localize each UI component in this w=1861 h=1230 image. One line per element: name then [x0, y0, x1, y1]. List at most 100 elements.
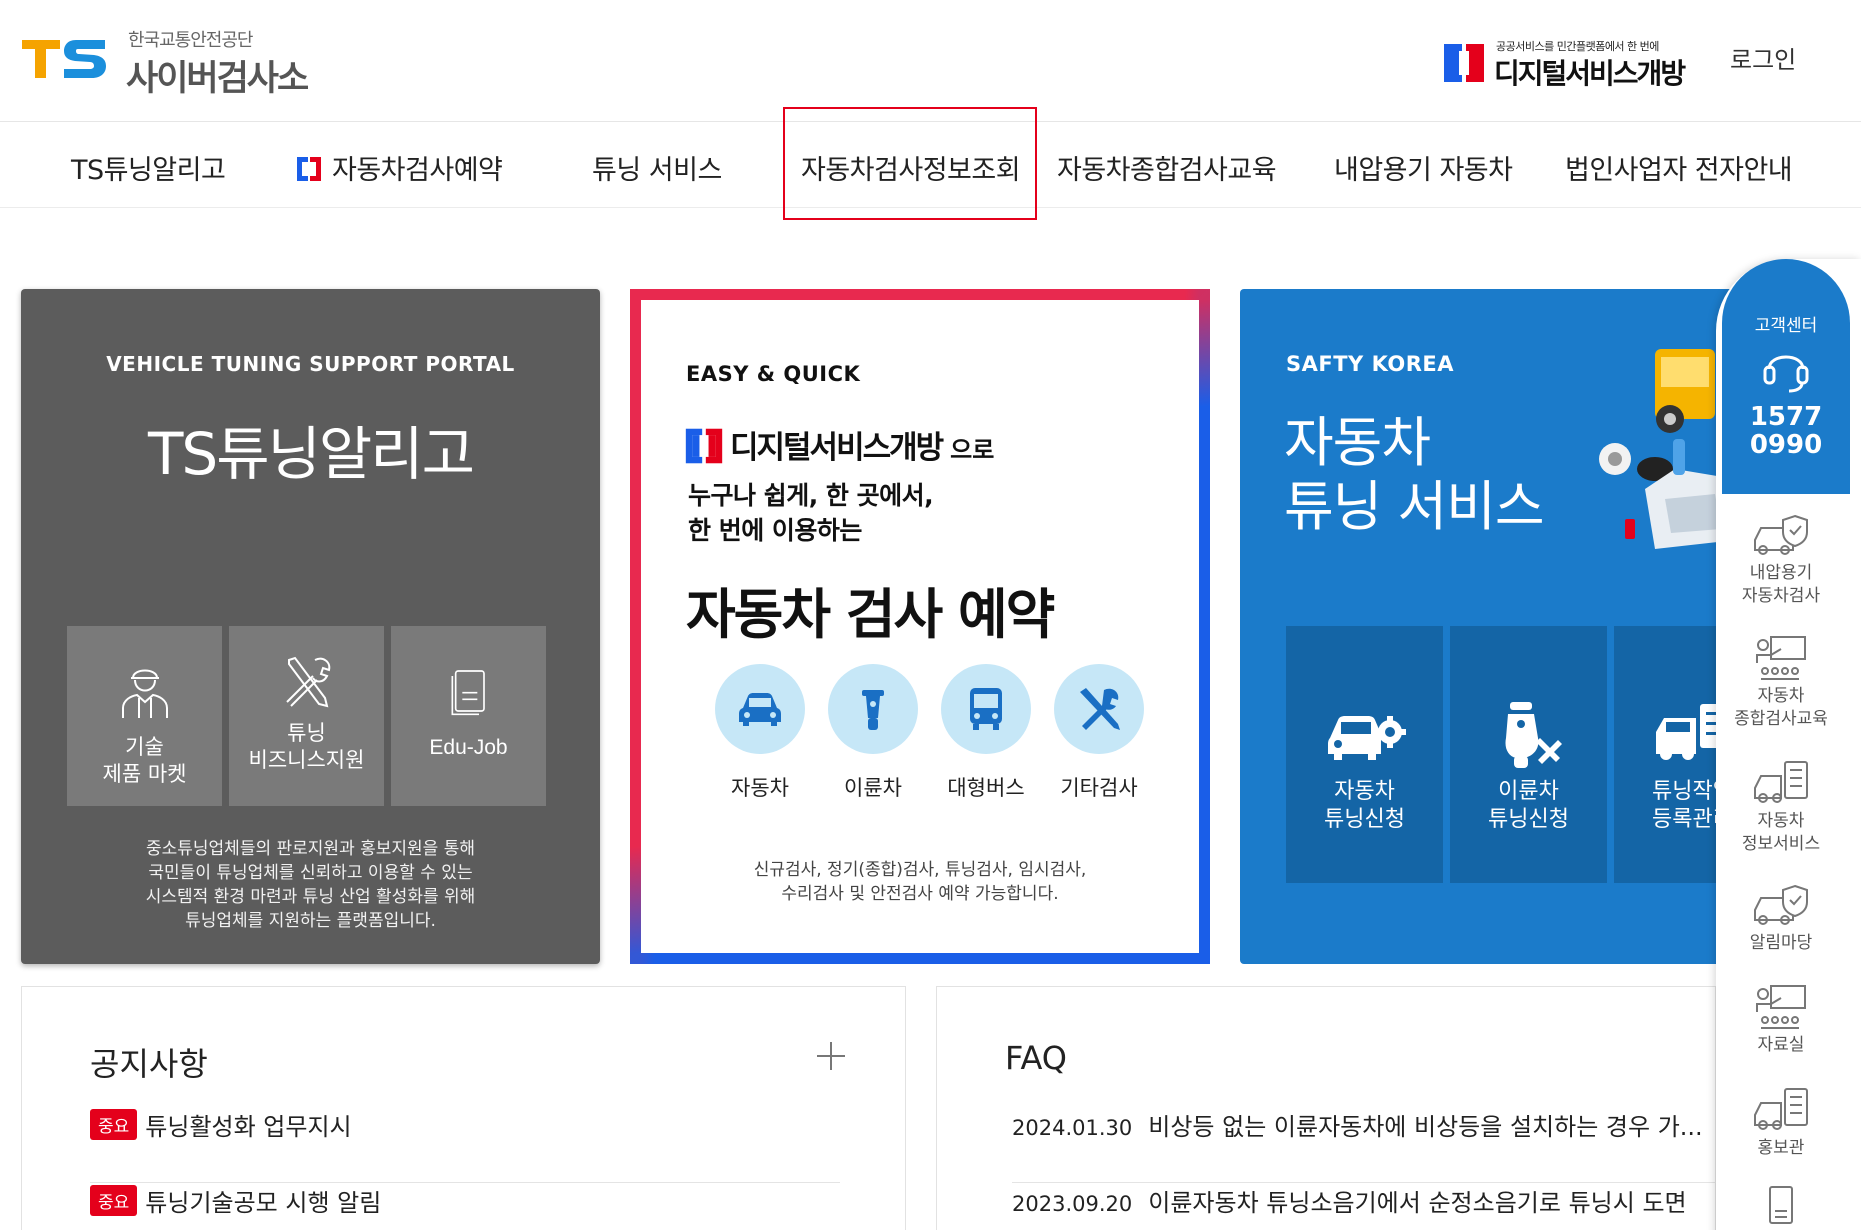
quick-item-info-service[interactable]: 자동차 정보서비스 — [1716, 758, 1846, 856]
nav-item-label: 법인사업자 전자안내 — [1565, 155, 1793, 186]
quick-item-archive[interactable]: 자료실 — [1716, 982, 1846, 1057]
faq-row[interactable]: 2023.09.20 이륜자동차 튜닝소음기에서 순정소음기로 튜닝시 도면 — [1012, 1183, 1727, 1230]
nav-item-label: 자동차검사정보조회 — [801, 155, 1021, 186]
nav-item-label: TS튜닝알리고 — [71, 155, 226, 186]
site-header: 한국교통안전공단 사이버검사소 공공서비스를 민간플랫폼에서 한 번에 디지털서… — [0, 0, 1861, 122]
reserve-car-button[interactable]: 자동차 — [710, 664, 810, 802]
classroom-icon — [1756, 636, 1806, 680]
more-plus-icon[interactable] — [814, 1039, 848, 1073]
card-kicker: VEHICLE TUNING SUPPORT PORTAL — [106, 352, 515, 376]
inspection-reservation-card[interactable]: EASY & QUICK 디지털서비스개방 으로 누구나 쉽게, 한 곳에서, 한… — [630, 289, 1210, 964]
tools-icon — [285, 656, 330, 708]
card-lead: 누구나 쉽게, 한 곳에서, 한 번에 이용하는 — [688, 481, 934, 545]
icon-circle — [715, 664, 805, 754]
quick-item-notice-board[interactable]: 알림마당 — [1716, 880, 1846, 955]
nav-item-tuning-service[interactable]: 튜닝 서비스 — [592, 148, 722, 187]
tile-tech-market[interactable]: 기술 제품 마켓 — [67, 626, 222, 806]
document-icon[interactable] — [1766, 1185, 1796, 1225]
nav-item-label: 자동차종합검사교육 — [1057, 155, 1277, 186]
card-kicker: SAFTY KOREA — [1286, 352, 1455, 376]
tile-car-tuning-apply[interactable]: 자동차 튜닝신청 — [1286, 626, 1443, 883]
nav-item-label: 내압용기 자동차 — [1334, 155, 1513, 186]
logo-title: 사이버검사소 — [126, 59, 309, 99]
tile-edu-job[interactable]: Edu-Job — [391, 626, 546, 806]
mechanic-icon — [121, 669, 168, 718]
customer-center-title: 고객센터 — [1754, 316, 1818, 336]
tile-label: Edu-Job — [429, 736, 508, 759]
card-title: TS튜닝알리고 — [147, 420, 475, 488]
car-shield-icon — [1754, 884, 1808, 925]
tile-business-support[interactable]: 튜닝 비즈니스지원 — [229, 626, 384, 806]
nav-item-tuning-aligo[interactable]: TS튜닝알리고 — [71, 148, 226, 187]
logo-subtitle: 한국교통안전공단 — [128, 30, 253, 51]
site-logo[interactable]: 한국교통안전공단 사이버검사소 — [20, 26, 350, 99]
faq-title: FAQ — [1005, 1039, 1067, 1077]
car-shield-icon — [1754, 514, 1808, 555]
quick-item-label: 자동차 종합검사교육 — [1734, 686, 1828, 729]
nav-item-inspection-info[interactable]: 자동차검사정보조회 — [801, 148, 1021, 187]
reserve-motorcycle-button[interactable]: 이륜차 — [823, 664, 923, 802]
bus-icon — [970, 688, 1002, 730]
quick-item-inspection-education[interactable]: 자동차 종합검사교육 — [1716, 633, 1846, 731]
nav-item-corporate-notice[interactable]: 법인사업자 전자안내 — [1565, 148, 1793, 187]
tile-label: 튜닝 비즈니스지원 — [248, 721, 365, 772]
card-note: 신규검사, 정기(종합)검사, 튜닝검사, 임시검사, 수리검사 및 안전검사 … — [753, 860, 1087, 904]
nav-item-inspection-reservation[interactable]: 자동차검사예약 — [296, 148, 503, 187]
car-checklist-icon — [1754, 1088, 1808, 1130]
digital-service-icon — [297, 157, 321, 181]
nav-item-label: 튜닝 서비스 — [592, 155, 722, 186]
brand-line: 디지털서비스개방 으로 — [684, 422, 994, 467]
faq-panel: FAQ 2024.01.30 비상등 없는 이륜자동차에 비상등을 설치하는 경우… — [936, 986, 1727, 1230]
icon-label: 대형버스 — [947, 776, 1025, 800]
tile-label: 자동차 튜닝신청 — [1324, 779, 1405, 832]
nav-item-pressure-vessel[interactable]: 내압용기 자동차 — [1334, 148, 1513, 187]
car-checklist-icon — [1754, 761, 1808, 803]
quick-item-label: 홍보관 — [1757, 1138, 1805, 1158]
notice-row[interactable]: 중요 튜닝기술공모 시행 알림 — [90, 1183, 840, 1230]
tools-icon — [1080, 688, 1120, 730]
digital-service-icon — [685, 428, 723, 464]
brand-suffix: 으로 — [950, 436, 995, 464]
faq-text: 비상등 없는 이륜자동차에 비상등을 설치하는 경우 가... — [1148, 1113, 1703, 1141]
quick-item-pressure-vessel[interactable]: 내압용기 자동차검사 — [1716, 510, 1846, 608]
notice-text: 튜닝기술공모 시행 알림 — [145, 1189, 382, 1217]
reserve-other-button[interactable]: 기타검사 — [1049, 664, 1149, 802]
icon-label: 이륜차 — [844, 776, 902, 800]
digital-service-logo[interactable]: 공공서비스를 민간플랫폼에서 한 번에 디지털서비스개방 — [1442, 38, 1686, 90]
nav-item-label: 자동차검사예약 — [332, 155, 503, 186]
faq-row[interactable]: 2024.01.30 비상등 없는 이륜자동차에 비상등을 설치하는 경우 가..… — [1012, 1107, 1727, 1183]
document-icon — [451, 670, 485, 716]
icon-label: 자동차 — [731, 776, 789, 800]
login-link[interactable]: 로그인 — [1730, 40, 1796, 75]
customer-center[interactable]: 고객센터 1577 0990 — [1722, 259, 1850, 494]
important-tag: 중요 — [90, 1109, 138, 1140]
important-tag: 중요 — [90, 1185, 138, 1216]
card-title: 자동차 튜닝 서비스 — [1284, 411, 1545, 538]
quick-item-pr-hall[interactable]: 홍보관 — [1716, 1085, 1846, 1160]
classroom-icon — [1756, 985, 1806, 1029]
tuning-service-card: SAFTY KOREA 자동차 튜닝 서비스 자동차 튜닝신청 이륜차 튜닝신청 — [1240, 289, 1740, 964]
digital-service-name: 디지털서비스개방 — [1494, 57, 1686, 90]
tile-motorcycle-tuning-apply[interactable]: 이륜차 튜닝신청 — [1450, 626, 1607, 883]
card-kicker: EASY & QUICK — [686, 362, 861, 386]
digital-service-icon — [1444, 44, 1484, 82]
icon-label: 기타검사 — [1060, 776, 1138, 800]
ts-logo-icon — [22, 40, 106, 78]
tile-label: 이륜차 튜닝신청 — [1488, 779, 1569, 832]
car-icon — [739, 693, 781, 726]
icon-circle — [941, 664, 1031, 754]
quick-item-label: 내압용기 자동차검사 — [1741, 563, 1821, 606]
notice-row[interactable]: 중요 튜닝활성화 업무지시 — [90, 1107, 840, 1183]
reserve-bus-button[interactable]: 대형버스 — [936, 664, 1036, 802]
faq-date: 2024.01.30 — [1012, 1116, 1133, 1140]
faq-text: 이륜자동차 튜닝소음기에서 순정소음기로 튜닝시 도면 — [1148, 1189, 1687, 1217]
card-description: 중소튜닝업체들의 판로지원과 홍보지원을 통해 국민들이 튜닝업체를 신뢰하고 … — [145, 839, 476, 931]
tile-label: 기술 제품 마켓 — [102, 735, 187, 786]
quick-item-label: 자동차 정보서비스 — [1741, 811, 1821, 854]
car-gear-icon — [1327, 716, 1406, 760]
headset-icon — [1763, 355, 1809, 393]
card-title: 자동차 검사 예약 — [686, 583, 1055, 646]
nav-item-inspection-education[interactable]: 자동차종합검사교육 — [1057, 148, 1277, 187]
customer-center-number: 1577 0990 — [1749, 402, 1823, 460]
brand-name: 디지털서비스개방 — [730, 430, 944, 466]
